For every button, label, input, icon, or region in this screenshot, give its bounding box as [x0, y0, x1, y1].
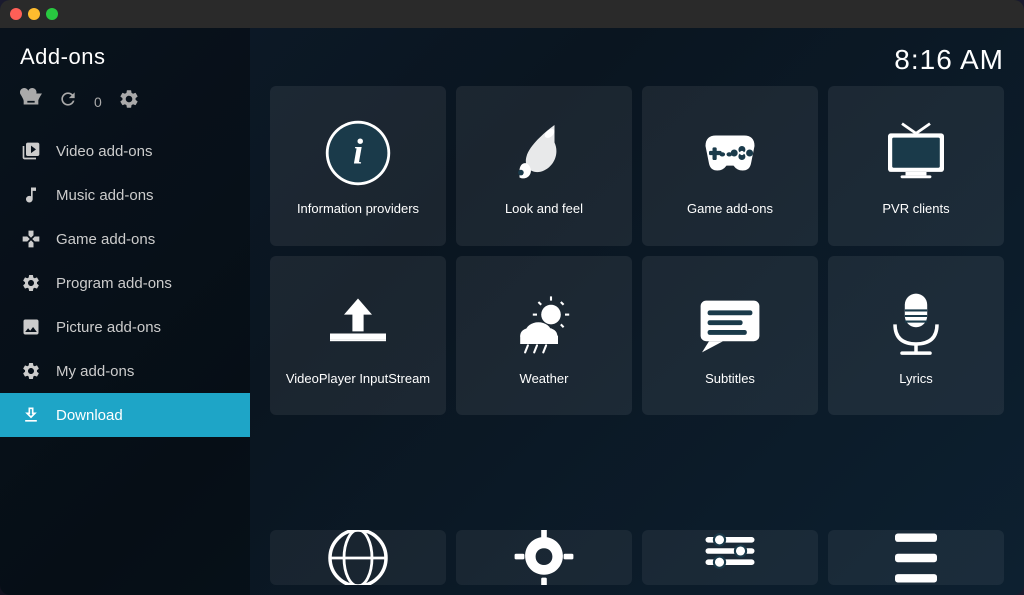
program-icon [20, 272, 42, 294]
grid-item-pvr[interactable]: PVR clients [828, 86, 1004, 246]
sidebar-item-program[interactable]: Program add-ons [0, 261, 250, 305]
settings-gear-icon[interactable] [118, 88, 140, 115]
weather-label: Weather [520, 371, 569, 388]
main-content: 8:16 AM i Information providers [250, 28, 1024, 595]
globe-partial-icon [318, 530, 398, 585]
download-sidebar-icon [20, 404, 42, 426]
grid-item-info-providers[interactable]: i Information providers [270, 86, 446, 246]
tool-partial-icon [876, 530, 956, 585]
lyrics-label: Lyrics [899, 371, 932, 388]
sidebar-toolbar: 0 [0, 78, 250, 125]
sidebar-navigation: Video add-ons Music add-ons [0, 125, 250, 595]
minimize-button[interactable] [28, 8, 40, 20]
sidebar-item-program-label: Program add-ons [56, 275, 172, 292]
microphone-icon [876, 283, 956, 363]
upload-tray-icon [318, 283, 398, 363]
update-count: 0 [94, 94, 102, 110]
sidebar-item-music-label: Music add-ons [56, 187, 154, 204]
pvr-label: PVR clients [882, 201, 949, 218]
game-controller-icon [690, 113, 770, 193]
settings-partial-icon [690, 530, 770, 585]
sidebar-item-myaddon[interactable]: My add-ons [0, 349, 250, 393]
install-icon[interactable] [20, 88, 42, 115]
sidebar-header: Add-ons [0, 28, 250, 78]
page-title: Add-ons [20, 44, 230, 70]
sidebar-item-music[interactable]: Music add-ons [0, 173, 250, 217]
addon-grid: i Information providers [270, 86, 1004, 585]
grid-item-partial-2[interactable] [456, 530, 632, 585]
app-window: Add-ons 0 [0, 0, 1024, 595]
grid-item-partial-1[interactable] [270, 530, 446, 585]
clock: 8:16 AM [894, 44, 1004, 76]
paint-icon [504, 113, 584, 193]
music-icon [20, 184, 42, 206]
content-area: Add-ons 0 [0, 28, 1024, 595]
picture-icon [20, 316, 42, 338]
gamepad-sidebar-icon [20, 228, 42, 250]
titlebar [0, 0, 1024, 28]
look-feel-label: Look and feel [505, 201, 583, 218]
grid-item-game-addons[interactable]: Game add-ons [642, 86, 818, 246]
grid-item-videoplayer[interactable]: VideoPlayer InputStream [270, 256, 446, 416]
sidebar-item-picture-label: Picture add-ons [56, 319, 161, 336]
subtitles-icon [690, 283, 770, 363]
weather-icon [504, 283, 584, 363]
gear2-partial-icon [504, 530, 584, 585]
refresh-icon[interactable] [58, 89, 78, 114]
video-icon [20, 140, 42, 162]
grid-item-partial-4[interactable] [828, 530, 1004, 585]
sidebar-item-game-label: Game add-ons [56, 231, 155, 248]
myaddon-icon [20, 360, 42, 382]
videoplayer-label: VideoPlayer InputStream [286, 371, 430, 388]
grid-item-look-feel[interactable]: Look and feel [456, 86, 632, 246]
svg-text:i: i [353, 132, 363, 172]
sidebar-item-myaddon-label: My add-ons [56, 363, 134, 380]
main-header: 8:16 AM [270, 38, 1004, 86]
sidebar-item-game[interactable]: Game add-ons [0, 217, 250, 261]
info-icon: i [318, 113, 398, 193]
grid-item-subtitles[interactable]: Subtitles [642, 256, 818, 416]
sidebar-item-download[interactable]: Download [0, 393, 250, 437]
subtitles-label: Subtitles [705, 371, 755, 388]
close-button[interactable] [10, 8, 22, 20]
sidebar-item-video[interactable]: Video add-ons [0, 129, 250, 173]
sidebar-item-video-label: Video add-ons [56, 143, 152, 160]
grid-item-weather[interactable]: Weather [456, 256, 632, 416]
sidebar-item-download-label: Download [56, 407, 123, 424]
sidebar-item-picture[interactable]: Picture add-ons [0, 305, 250, 349]
info-providers-label: Information providers [297, 201, 419, 218]
game-addons-label: Game add-ons [687, 201, 773, 218]
maximize-button[interactable] [46, 8, 58, 20]
grid-item-partial-3[interactable] [642, 530, 818, 585]
tv-icon [876, 113, 956, 193]
sidebar: Add-ons 0 [0, 28, 250, 595]
grid-item-lyrics[interactable]: Lyrics [828, 256, 1004, 416]
